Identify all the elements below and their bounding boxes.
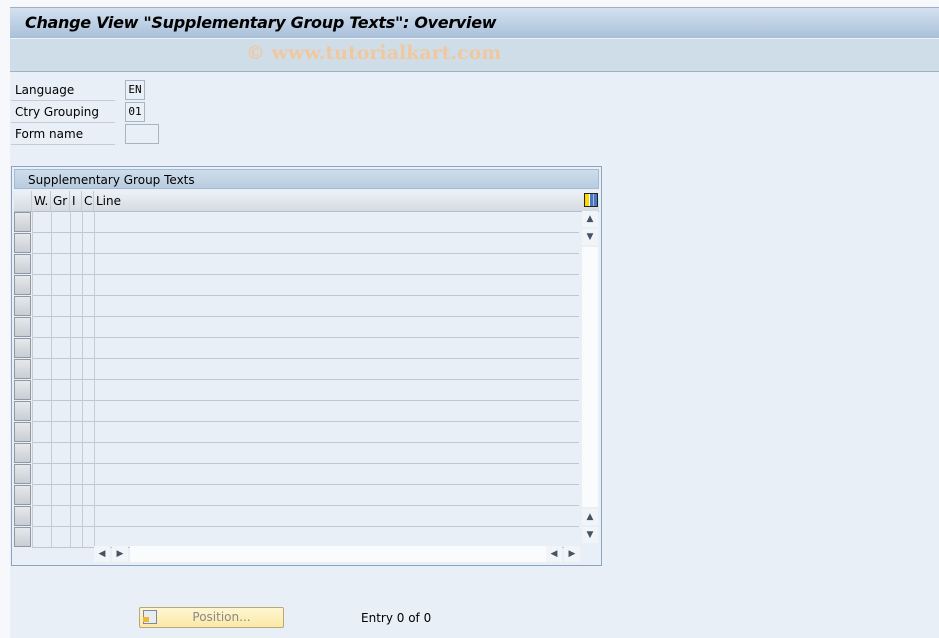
column-divider bbox=[70, 211, 71, 547]
entry-counter: Entry 0 of 0 bbox=[361, 611, 432, 625]
table-row bbox=[32, 484, 579, 485]
row-selector[interactable] bbox=[14, 485, 31, 505]
column-divider bbox=[32, 211, 33, 547]
column-divider bbox=[82, 211, 83, 547]
form-name-field[interactable] bbox=[125, 124, 159, 144]
column-header-w[interactable]: W. bbox=[32, 191, 51, 211]
column-header-i[interactable]: I bbox=[70, 191, 82, 211]
row-selector[interactable] bbox=[14, 443, 31, 463]
position-button-label: Position... bbox=[192, 610, 251, 624]
table-row bbox=[32, 400, 579, 401]
scroll-up-button[interactable]: ▲ bbox=[582, 211, 598, 227]
table-row bbox=[32, 316, 579, 317]
table-header: W. Gr I C Line bbox=[14, 191, 599, 212]
ctry-grouping-label: Ctry Grouping bbox=[11, 102, 115, 123]
scroll-page-up-button[interactable]: ▲ bbox=[582, 509, 598, 525]
row-selector[interactable] bbox=[14, 254, 31, 274]
language-field[interactable]: EN bbox=[125, 80, 145, 100]
row-selector[interactable] bbox=[14, 464, 31, 484]
row-selector[interactable] bbox=[14, 380, 31, 400]
scroll-page-down-button[interactable]: ▼ bbox=[582, 527, 598, 543]
scroll-down-button[interactable]: ▼ bbox=[582, 229, 598, 245]
form-name-label: Form name bbox=[11, 124, 115, 145]
row-selector[interactable] bbox=[14, 212, 31, 232]
row-selector[interactable] bbox=[14, 317, 31, 337]
row-selector[interactable] bbox=[14, 359, 31, 379]
left-strip bbox=[0, 0, 10, 638]
scroll-end-right-button[interactable]: ▶ bbox=[564, 546, 580, 562]
row-selector[interactable] bbox=[14, 296, 31, 316]
ctry-grouping-field[interactable]: 01 bbox=[125, 102, 145, 122]
scroll-left-button[interactable]: ◀ bbox=[94, 546, 110, 562]
page-title: Change View "Supplementary Group Texts":… bbox=[25, 13, 497, 32]
scroll-right-button[interactable]: ▶ bbox=[112, 546, 128, 562]
horizontal-scrollbar-track[interactable] bbox=[130, 546, 548, 562]
row-selector[interactable] bbox=[14, 422, 31, 442]
language-label: Language bbox=[11, 80, 115, 101]
table-row bbox=[32, 463, 579, 464]
column-header-gr[interactable]: Gr bbox=[51, 191, 70, 211]
table-row bbox=[32, 253, 579, 254]
column-divider bbox=[51, 211, 52, 547]
row-selector[interactable] bbox=[14, 506, 31, 526]
row-selector[interactable] bbox=[14, 527, 31, 547]
column-divider bbox=[94, 211, 95, 547]
table-row bbox=[32, 505, 579, 506]
application-toolbar: © www.tutorialkart.com bbox=[10, 38, 939, 72]
position-button[interactable]: Position... bbox=[139, 607, 284, 628]
table-settings-icon[interactable] bbox=[584, 193, 598, 207]
table-title: Supplementary Group Texts bbox=[14, 169, 599, 189]
column-header-c[interactable]: C bbox=[82, 191, 94, 211]
row-selector[interactable] bbox=[14, 233, 31, 253]
table-row bbox=[32, 379, 579, 380]
table-row bbox=[32, 295, 579, 296]
table-row bbox=[32, 421, 579, 422]
table-row bbox=[32, 358, 579, 359]
supplementary-group-texts-table: Supplementary Group Texts W. Gr I C Line… bbox=[11, 166, 602, 566]
column-header-line[interactable]: Line bbox=[94, 191, 579, 211]
watermark: © www.tutorialkart.com bbox=[246, 42, 502, 64]
table-row bbox=[32, 526, 579, 527]
vertical-scrollbar-track[interactable] bbox=[582, 247, 598, 507]
top-strip bbox=[0, 0, 939, 7]
row-selector[interactable] bbox=[14, 275, 31, 295]
select-all-header[interactable] bbox=[14, 191, 32, 211]
scroll-end-left-button[interactable]: ◀ bbox=[546, 546, 562, 562]
row-selector[interactable] bbox=[14, 401, 31, 421]
table-row bbox=[32, 232, 579, 233]
table-row bbox=[32, 337, 579, 338]
title-bar: Change View "Supplementary Group Texts":… bbox=[10, 7, 939, 38]
table-row bbox=[32, 442, 579, 443]
table-row bbox=[32, 274, 579, 275]
row-selector[interactable] bbox=[14, 338, 31, 358]
